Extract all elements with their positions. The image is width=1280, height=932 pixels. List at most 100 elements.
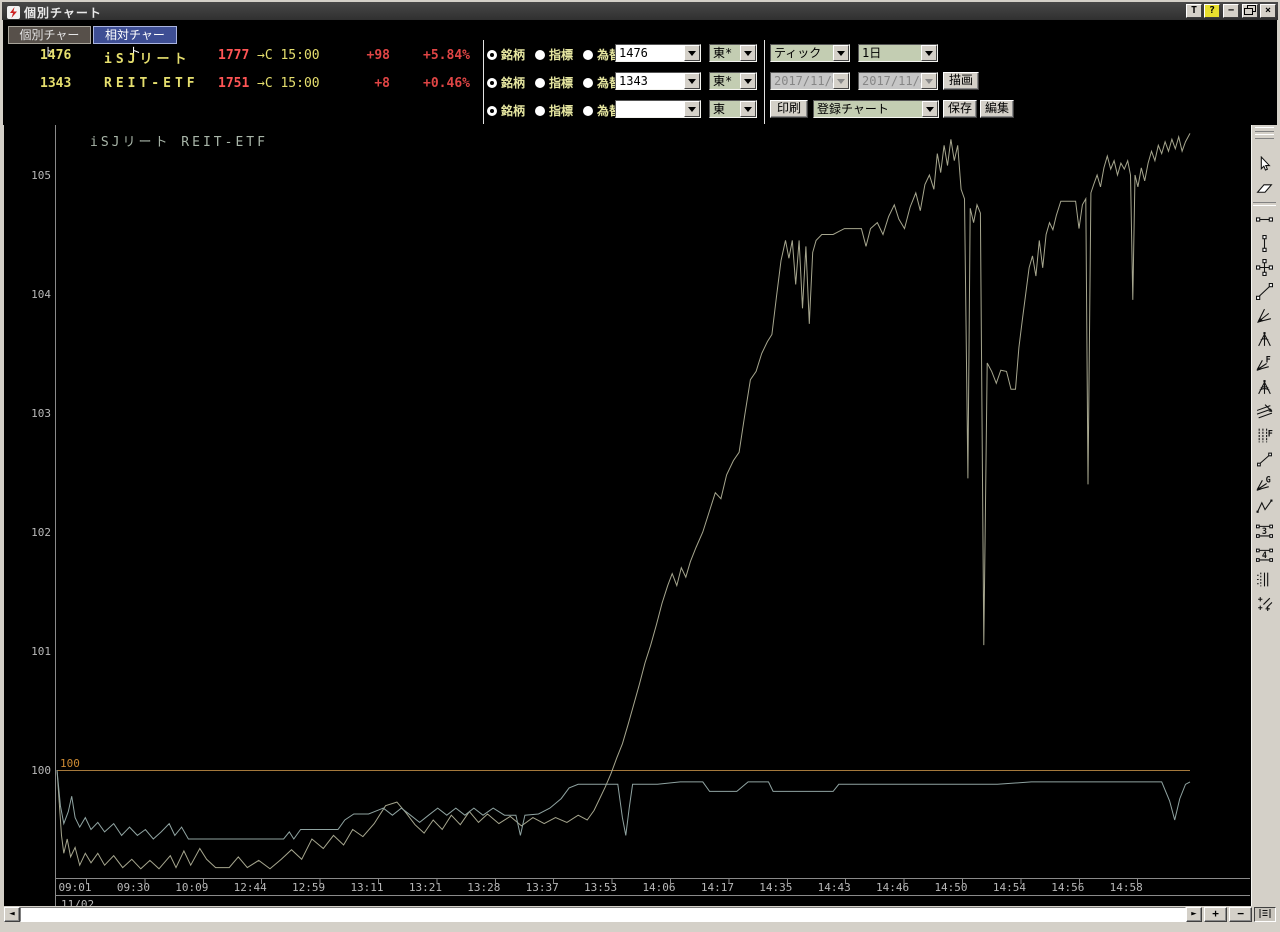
tool-fibonacci-draw[interactable]: F <box>1253 352 1277 375</box>
tool-eraser[interactable] <box>1253 177 1277 200</box>
close-button[interactable]: × <box>1260 4 1276 18</box>
radio-indicator-3[interactable] <box>535 106 545 116</box>
tool-gann-draw[interactable]: G <box>1253 472 1277 495</box>
dropdown-arrow-icon[interactable] <box>684 101 700 117</box>
symbol-code-value-3 <box>616 101 684 117</box>
date-from-select: 2017/11/02 <box>770 72 850 90</box>
dropdown-arrow-icon[interactable] <box>740 101 756 117</box>
quote2-session: →C 15:00 <box>257 76 320 91</box>
vertical-line-icon <box>1256 235 1273 252</box>
period-value: ティック <box>771 45 833 61</box>
radio-forex-2[interactable] <box>583 78 593 88</box>
market-select-1[interactable]: 東* <box>709 44 757 62</box>
dropdown-arrow-icon[interactable] <box>684 73 700 89</box>
tool-horizontal-line[interactable] <box>1253 208 1277 231</box>
symbol-code-select-2[interactable]: 1343 <box>615 72 701 90</box>
registered-chart-select[interactable]: 登録チャート <box>813 100 939 118</box>
minimize-button[interactable]: − <box>1223 4 1239 18</box>
svg-text:100: 100 <box>60 757 80 770</box>
tool-window-button[interactable]: T <box>1186 4 1202 18</box>
toolbar-grip[interactable] <box>1255 127 1274 132</box>
radio-row-2: 銘柄 指標 為替 <box>487 74 621 90</box>
symbol-code-select-1[interactable]: 1476 <box>615 44 701 62</box>
svg-text:101: 101 <box>31 645 51 658</box>
market-value-2: 東* <box>710 73 740 89</box>
tool-fibonacci-time-zones[interactable]: F <box>1253 424 1277 447</box>
tool-fan-line[interactable] <box>1253 328 1277 351</box>
scroll-right-icon: ► <box>1191 909 1196 919</box>
help-button[interactable]: ? <box>1204 4 1220 18</box>
dropdown-arrow-icon[interactable] <box>922 101 938 117</box>
line-segment-icon <box>1256 451 1273 468</box>
quote1-change: +98 <box>338 48 390 63</box>
tab-individual-chart[interactable]: 個別チャート <box>8 26 91 44</box>
quote2-change: +8 <box>338 76 390 91</box>
registered-chart-value: 登録チャート <box>814 101 922 117</box>
bottom-scroll-row: ◄ ► + − <box>4 907 1278 922</box>
radio-indicator-1[interactable] <box>535 50 545 60</box>
tool-parallel-lines[interactable] <box>1253 400 1277 423</box>
radio-indicator-label: 指標 <box>549 46 573 63</box>
dropdown-arrow-icon[interactable] <box>740 45 756 61</box>
symbol-code-select-3[interactable] <box>615 100 701 118</box>
tool-three-point-line[interactable]: 3 <box>1253 520 1277 543</box>
tab-relative-chart[interactable]: 相対チャート <box>93 26 177 44</box>
radio-row-3: 銘柄 指標 為替 <box>487 102 621 118</box>
tool-line-segment[interactable] <box>1253 448 1277 471</box>
radio-forex-3[interactable] <box>583 106 593 116</box>
edit-button[interactable]: 編集 <box>980 100 1014 118</box>
radio-symbol-2[interactable] <box>487 78 497 88</box>
period-select[interactable]: ティック <box>770 44 850 62</box>
tool-multi-trend-draw[interactable] <box>1253 304 1277 327</box>
cross-line-icon <box>1256 259 1273 276</box>
tool-pointer[interactable] <box>1253 153 1277 176</box>
zoom-in-button[interactable]: + <box>1204 907 1227 922</box>
toolbar-separator <box>1253 202 1276 206</box>
dropdown-arrow-icon[interactable] <box>833 45 849 61</box>
quote1-name: iSJリート <box>104 48 198 67</box>
date-to-value: 2017/11/02 <box>859 73 921 89</box>
multi-trend-draw-icon <box>1256 307 1273 324</box>
tool-fan-line-2[interactable] <box>1253 376 1277 399</box>
scrollbar-track[interactable] <box>20 907 1186 922</box>
separator <box>764 40 765 124</box>
horizontal-line-icon <box>1256 211 1273 228</box>
gann-draw-icon: G <box>1256 475 1273 492</box>
fibonacci-time-zones-icon: F <box>1256 427 1273 444</box>
tool-four-point-line[interactable]: 4 <box>1253 544 1277 567</box>
symbol-code-value-1: 1476 <box>616 45 684 61</box>
draw-button[interactable]: 描画 <box>943 72 979 90</box>
print-button[interactable]: 印刷 <box>770 100 808 118</box>
span-select[interactable]: 1日 <box>858 44 938 62</box>
zoom-out-button[interactable]: − <box>1229 907 1252 922</box>
scroll-left-button[interactable]: ◄ <box>4 907 20 922</box>
chart-legend: iSJリート REIT-ETF <box>90 131 268 150</box>
symbol-code-value-2: 1343 <box>616 73 684 89</box>
save-button[interactable]: 保存 <box>943 100 977 118</box>
radio-symbol-label: 銘柄 <box>501 102 525 119</box>
radio-symbol-1[interactable] <box>487 50 497 60</box>
chart-canvas[interactable]: 10510410310210110009:0109:3010:0912:4412… <box>4 125 1251 906</box>
zigzag-icon <box>1256 499 1273 516</box>
tool-vertical-parallel-lines[interactable] <box>1253 568 1277 591</box>
market-select-3[interactable]: 東 <box>709 100 757 118</box>
tool-trend-line[interactable] <box>1253 280 1277 303</box>
radio-forex-1[interactable] <box>583 50 593 60</box>
tool-cross-line[interactable] <box>1253 256 1277 279</box>
tool-zigzag[interactable] <box>1253 496 1277 519</box>
dropdown-arrow-icon[interactable] <box>740 73 756 89</box>
tool-vertical-line[interactable] <box>1253 232 1277 255</box>
title-bar: 個別チャート T ? − × <box>2 2 1278 20</box>
market-select-2[interactable]: 東* <box>709 72 757 90</box>
restore-button[interactable] <box>1242 4 1258 18</box>
radio-indicator-2[interactable] <box>535 78 545 88</box>
radio-symbol-3[interactable] <box>487 106 497 116</box>
tool-free-point-draw[interactable] <box>1253 592 1277 615</box>
dropdown-arrow-icon[interactable] <box>684 45 700 61</box>
dropdown-arrow-icon[interactable] <box>921 45 937 61</box>
date-to-select: 2017/11/02 <box>858 72 938 90</box>
toolbar-grip[interactable] <box>1255 134 1274 139</box>
scroll-right-button[interactable]: ► <box>1186 907 1202 922</box>
price-levels-button[interactable] <box>1254 907 1276 922</box>
drawing-toolbar: F F G 3 4 <box>1251 125 1277 906</box>
